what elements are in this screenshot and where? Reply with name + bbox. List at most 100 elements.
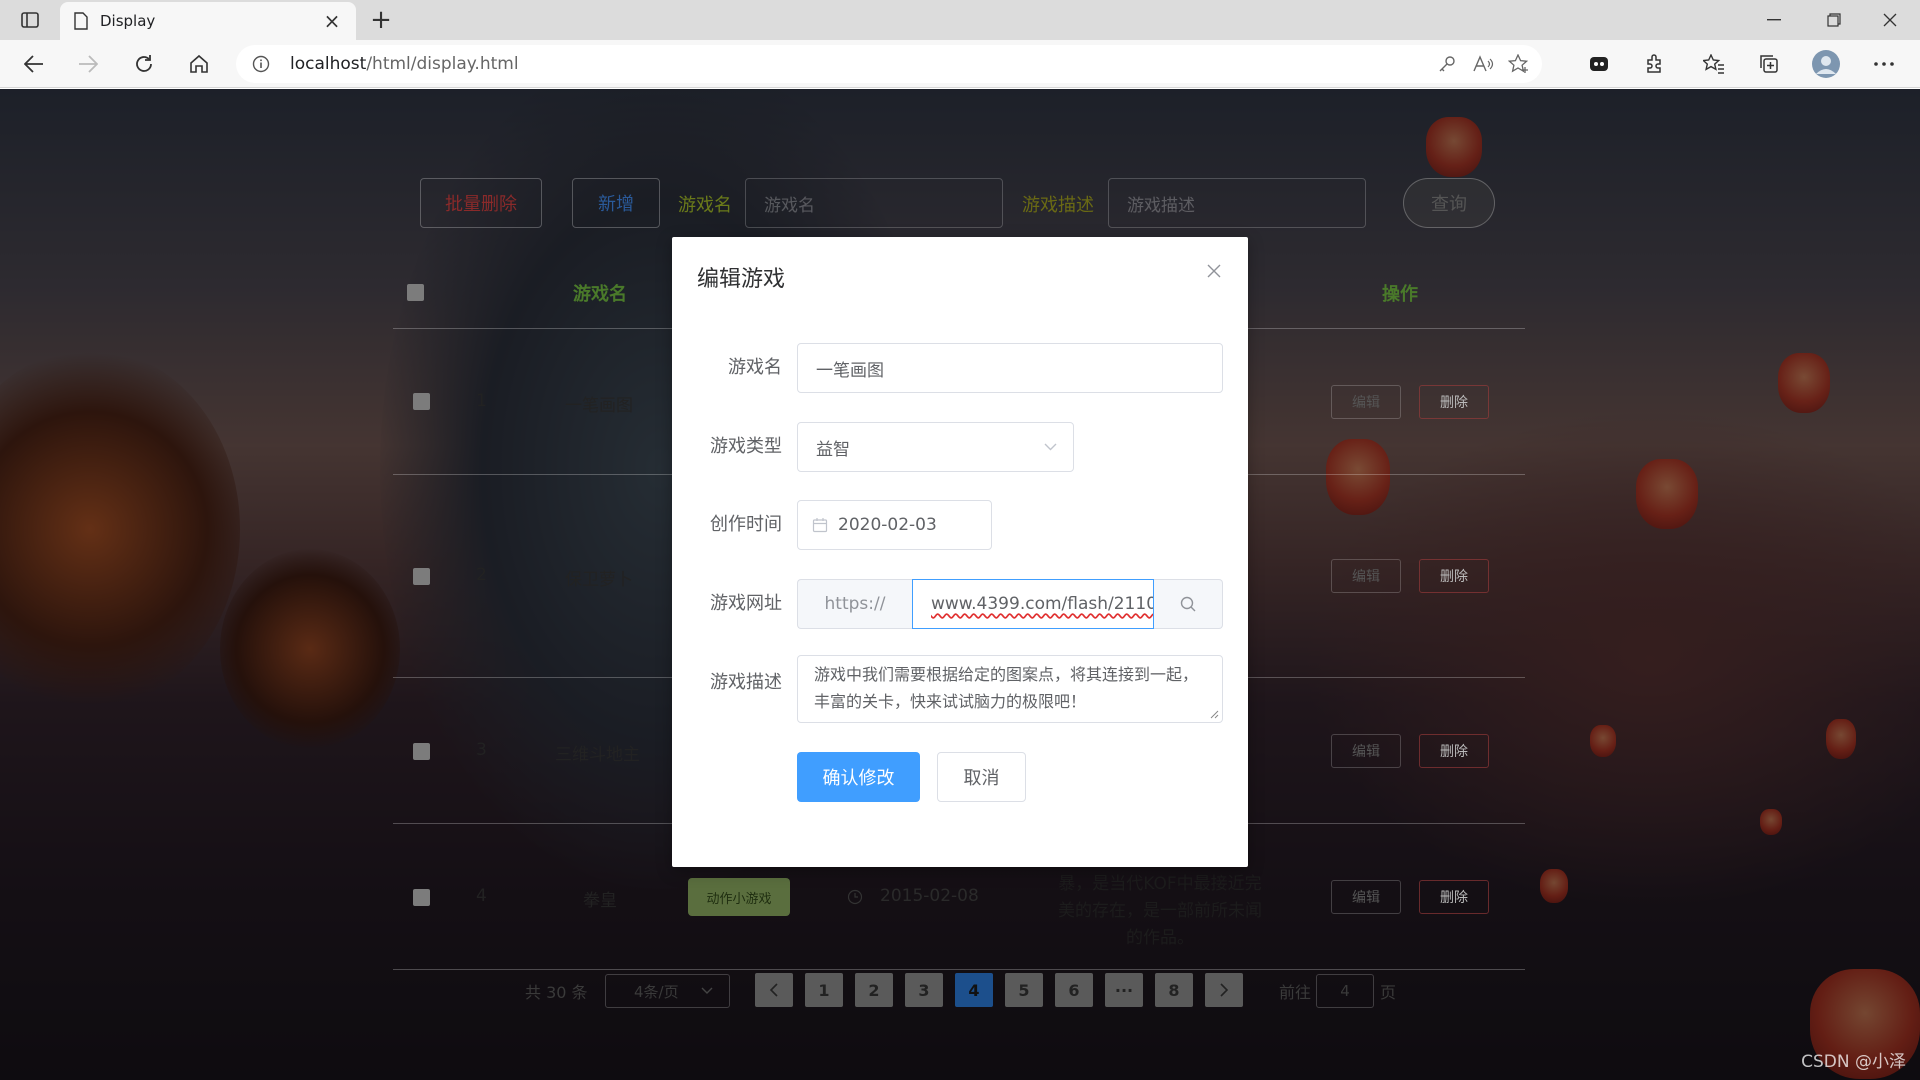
delete-button[interactable]: 删除 xyxy=(1419,385,1489,419)
goto-prefix: 前往 xyxy=(1279,983,1312,1002)
game-url-input[interactable]: www.4399.com/flash/2110 xyxy=(912,579,1154,629)
page-size-select[interactable]: 4条/页 xyxy=(605,974,730,1008)
profile-avatar[interactable] xyxy=(1808,46,1844,82)
page-ellipsis[interactable]: ··· xyxy=(1105,973,1143,1007)
browser-tab[interactable]: Display × xyxy=(60,2,356,40)
address-bar[interactable]: localhost/html/display.html xyxy=(236,45,1542,83)
add-button[interactable]: 新增 xyxy=(572,178,660,228)
forward-icon[interactable] xyxy=(70,46,106,82)
batch-delete-button[interactable]: 批量删除 xyxy=(420,178,542,228)
row-description: 暴，是当代KOF中最接近完 美的存在，是一部前所未闻 的作品。 xyxy=(1058,874,1262,948)
query-button[interactable]: 查询 xyxy=(1403,178,1495,228)
chevron-left-icon xyxy=(769,983,778,997)
page-button[interactable]: 2 xyxy=(855,973,893,1007)
row-name: 拳皇 xyxy=(583,891,617,911)
watermark: CSDN @小泽 xyxy=(1801,1052,1906,1072)
browser-tab-bar: Display × + xyxy=(0,0,1920,40)
create-date-picker[interactable]: 2020-02-03 xyxy=(797,500,992,550)
name-filter-label: 游戏名 xyxy=(678,195,732,216)
info-icon[interactable] xyxy=(252,55,270,73)
resize-handle-icon[interactable] xyxy=(1210,710,1219,719)
goto-suffix: 页 xyxy=(1380,983,1397,1002)
edit-button[interactable]: 编辑 xyxy=(1331,880,1401,914)
favorites-icon[interactable] xyxy=(1696,46,1732,82)
calendar-icon xyxy=(812,518,828,533)
row-index: 4 xyxy=(476,886,487,906)
edit-game-dialog: 编辑游戏 游戏名 一笔画图 游戏类型 益智 创作时间 2020-02-03 游戏… xyxy=(672,237,1248,867)
delete-button[interactable]: 删除 xyxy=(1419,559,1489,593)
chevron-right-icon xyxy=(1220,983,1229,997)
back-icon[interactable] xyxy=(16,46,52,82)
edit-button[interactable]: 编辑 xyxy=(1331,559,1401,593)
delete-button[interactable]: 删除 xyxy=(1419,734,1489,768)
collections-icon[interactable] xyxy=(1751,46,1787,82)
column-header-ops: 操作 xyxy=(1382,284,1418,305)
new-tab-icon[interactable]: + xyxy=(366,5,396,35)
page-button[interactable]: 6 xyxy=(1055,973,1093,1007)
row-checkbox[interactable] xyxy=(413,743,430,760)
row-name: 三维斗地主 xyxy=(555,745,640,765)
home-icon[interactable] xyxy=(181,46,217,82)
tab-actions-icon[interactable] xyxy=(14,8,46,32)
page-button[interactable]: 5 xyxy=(1005,973,1043,1007)
cancel-button[interactable]: 取消 xyxy=(937,752,1026,802)
refresh-icon[interactable] xyxy=(126,46,162,82)
url-prefix: https:// xyxy=(797,579,912,629)
table-divider xyxy=(393,969,1525,970)
row-name: 一笔画图 xyxy=(565,396,633,416)
field-label-name: 游戏名 xyxy=(728,357,782,378)
add-favorite-icon[interactable] xyxy=(1502,45,1536,83)
page-button[interactable]: 8 xyxy=(1155,973,1193,1007)
edit-button[interactable]: 编辑 xyxy=(1331,385,1401,419)
close-icon[interactable] xyxy=(1202,259,1226,283)
desc-filter-label: 游戏描述 xyxy=(1022,195,1094,216)
row-index: 2 xyxy=(476,565,487,585)
goto-page-input[interactable]: 4 xyxy=(1316,974,1374,1008)
game-name-input[interactable]: 一笔画图 xyxy=(797,343,1223,393)
row-name: 保卫萝卜 xyxy=(565,570,633,590)
row-date: 2015-02-08 xyxy=(880,886,979,906)
row-checkbox[interactable] xyxy=(413,568,430,585)
desc-filter-input[interactable]: 游戏描述 xyxy=(1108,178,1366,228)
prev-page-button[interactable] xyxy=(755,973,793,1007)
game-url-input-group: https:// www.4399.com/flash/2110 xyxy=(797,579,1223,629)
key-icon[interactable] xyxy=(1430,45,1464,83)
chevron-down-icon xyxy=(701,987,713,994)
clock-icon xyxy=(847,889,863,905)
field-label-description: 游戏描述 xyxy=(710,672,782,693)
name-filter-input[interactable]: 游戏名 xyxy=(745,178,1003,228)
more-menu-icon[interactable] xyxy=(1866,46,1902,82)
search-icon xyxy=(1180,596,1196,612)
url-text: localhost/html/display.html xyxy=(290,54,519,74)
next-page-button[interactable] xyxy=(1205,973,1243,1007)
dialog-title: 编辑游戏 xyxy=(697,267,786,292)
close-window-icon[interactable] xyxy=(1862,0,1918,40)
browser-toolbar: localhost/html/display.html xyxy=(0,40,1920,88)
row-index: 3 xyxy=(476,740,487,760)
column-header-name: 游戏名 xyxy=(573,284,627,305)
page-button-current[interactable]: 4 xyxy=(955,973,993,1007)
tab-title: Display xyxy=(100,12,156,30)
game-description-textarea[interactable]: 游戏中我们需要根据给定的图案点，将其连接到一起，丰富的关卡，快来试试脑力的极限吧… xyxy=(797,655,1223,723)
row-checkbox[interactable] xyxy=(413,889,430,906)
url-search-button[interactable] xyxy=(1154,579,1223,629)
page-icon xyxy=(74,12,88,30)
read-aloud-icon[interactable] xyxy=(1466,45,1500,83)
select-all-checkbox[interactable] xyxy=(407,284,424,301)
game-type-select[interactable]: 益智 xyxy=(797,422,1074,472)
page-button[interactable]: 1 xyxy=(805,973,843,1007)
chevron-down-icon xyxy=(1044,443,1057,451)
field-label-url: 游戏网址 xyxy=(710,593,782,614)
delete-button[interactable]: 删除 xyxy=(1419,880,1489,914)
game-type-tag: 动作小游戏 xyxy=(688,878,790,916)
collections-app-icon[interactable] xyxy=(1581,46,1617,82)
field-label-date: 创作时间 xyxy=(710,514,782,535)
minimize-icon[interactable] xyxy=(1746,0,1802,40)
restore-icon[interactable] xyxy=(1806,0,1862,40)
close-tab-icon[interactable]: × xyxy=(322,9,342,33)
confirm-edit-button[interactable]: 确认修改 xyxy=(797,752,920,802)
row-checkbox[interactable] xyxy=(413,393,430,410)
edit-button[interactable]: 编辑 xyxy=(1331,734,1401,768)
page-button[interactable]: 3 xyxy=(905,973,943,1007)
extensions-icon[interactable] xyxy=(1636,46,1672,82)
